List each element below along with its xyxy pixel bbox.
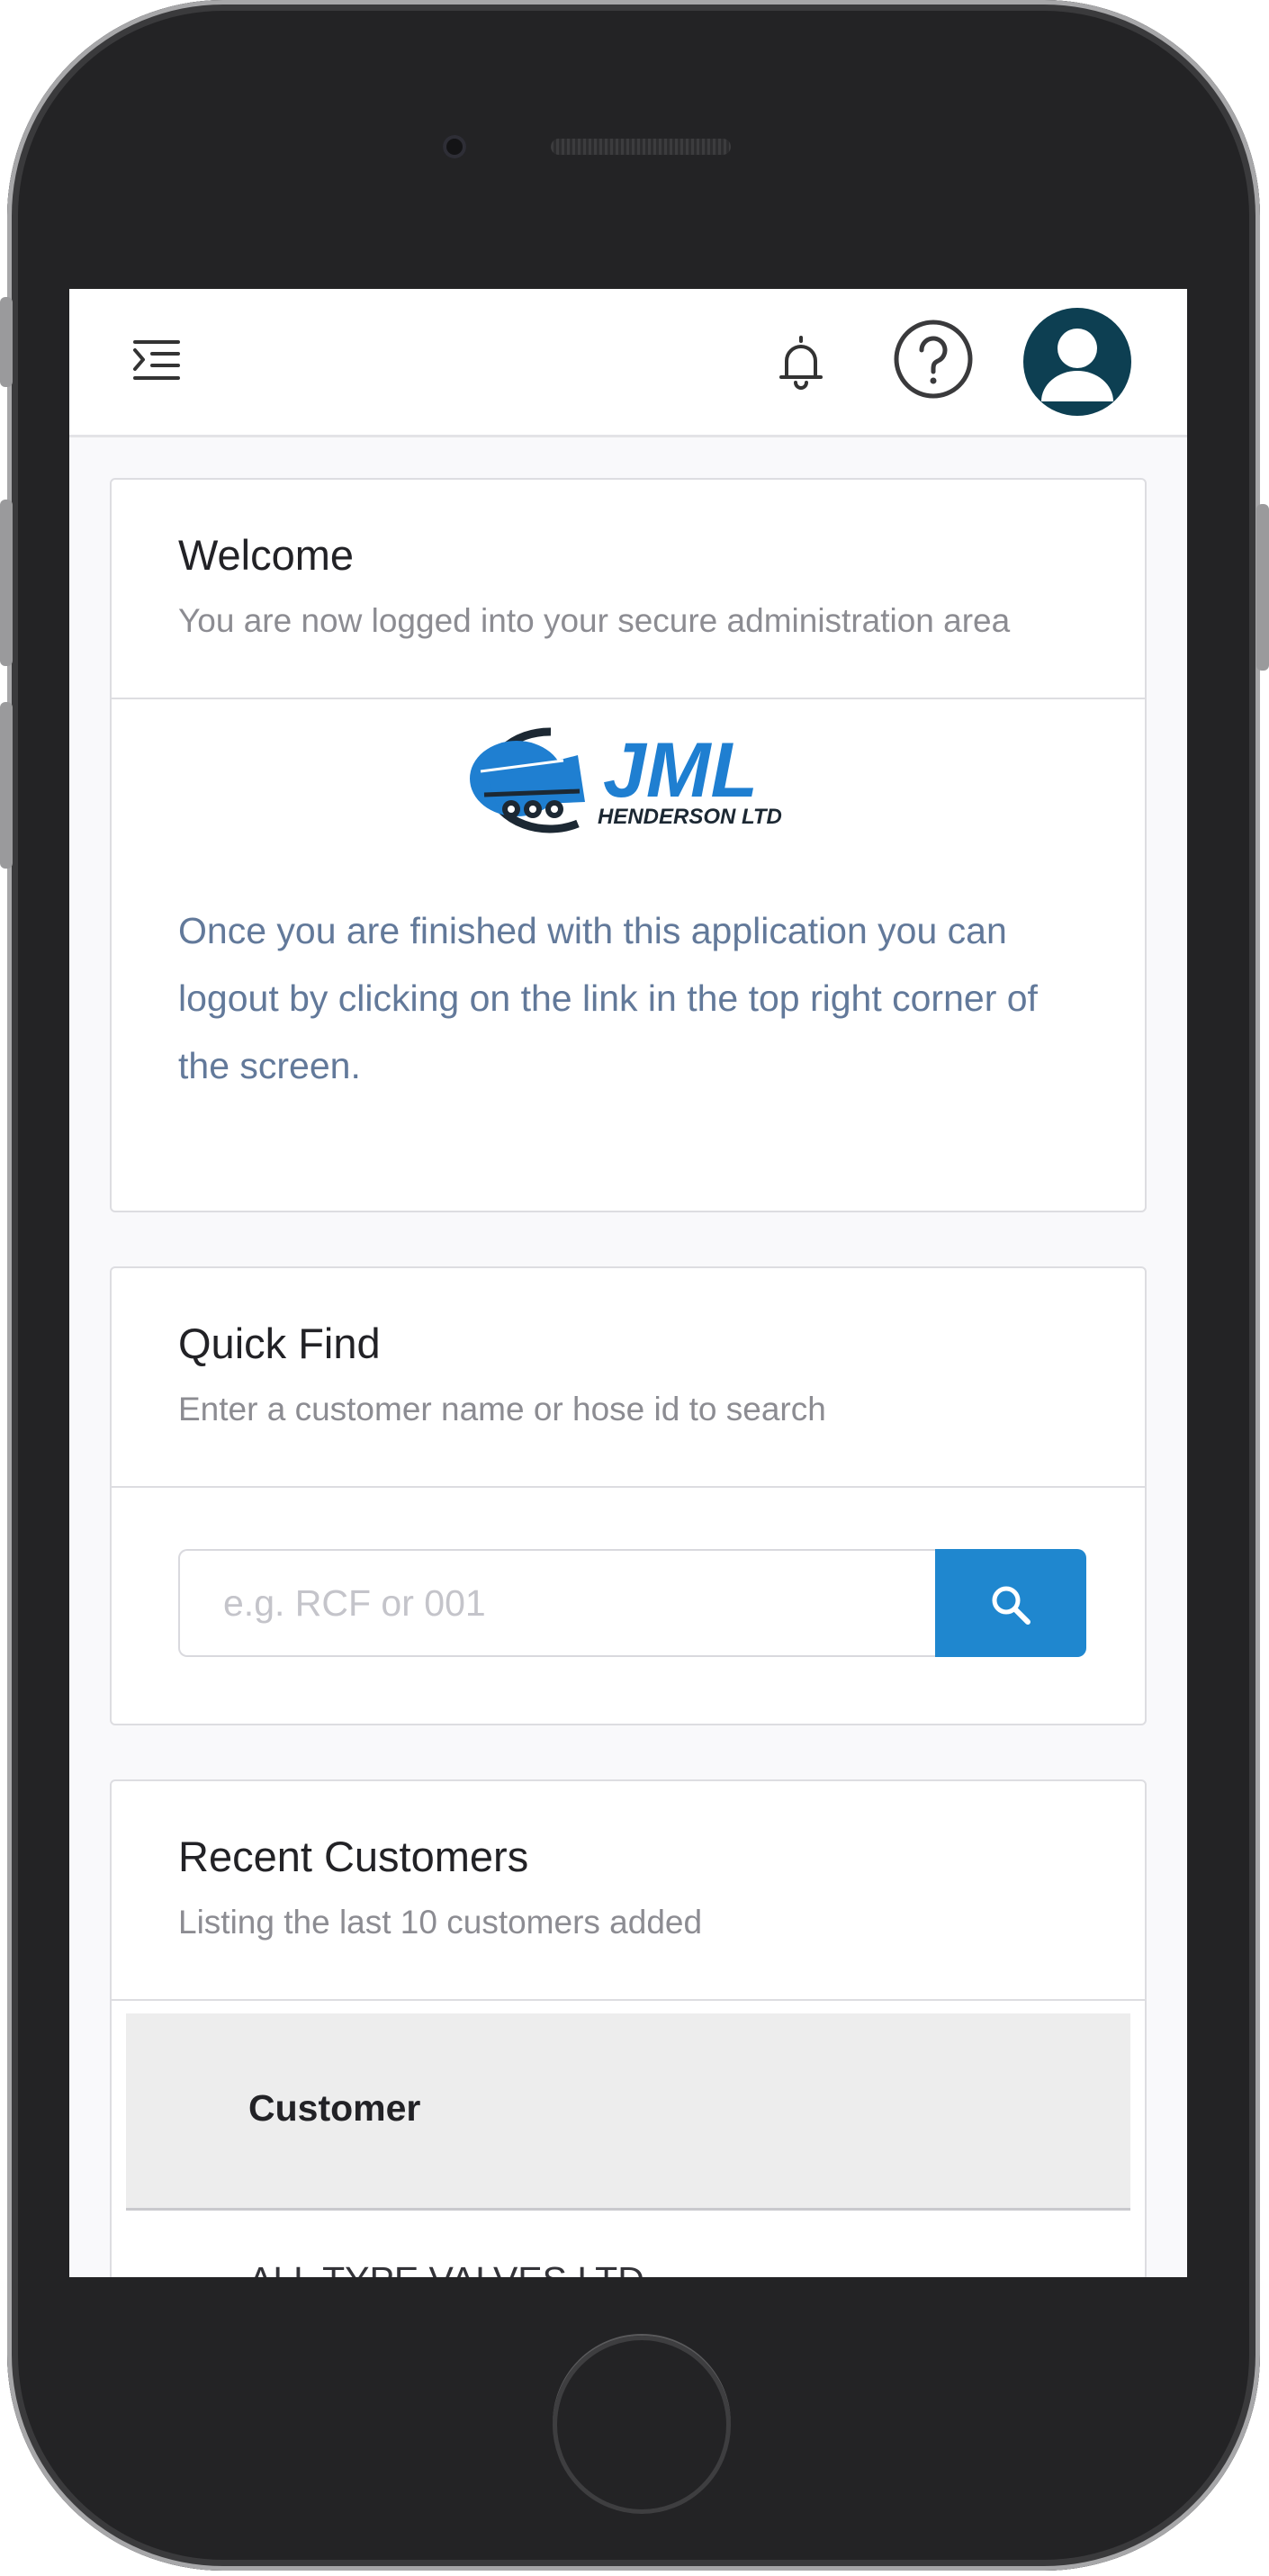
quick-find-header: Quick Find Enter a customer name or hose… — [112, 1268, 1145, 1488]
bell-icon[interactable] — [775, 334, 827, 392]
quick-find-card: Quick Find Enter a customer name or hose… — [110, 1266, 1147, 1725]
logo-sub-text: HENDERSON LTD — [598, 805, 782, 829]
app-screen: Welcome You are now logged into your sec… — [69, 289, 1187, 2277]
welcome-card: Welcome You are now logged into your sec… — [110, 478, 1147, 1212]
welcome-title: Welcome — [178, 531, 355, 579]
search-button[interactable] — [935, 1549, 1086, 1657]
power-button — [1256, 504, 1269, 671]
customers-table-header: Customer — [126, 2013, 1130, 2211]
volume-up-button — [0, 500, 13, 666]
quick-find-title: Quick Find — [178, 1320, 381, 1367]
search-icon — [992, 1586, 1030, 1625]
column-header-customer[interactable]: Customer — [248, 2087, 420, 2130]
recent-customers-header: Recent Customers Listing the last 10 cus… — [112, 1781, 1145, 2001]
welcome-body-text: Once you are finished with this applicat… — [178, 910, 1038, 1086]
table-row[interactable]: ALL TYPE VALVES LTD — [126, 2211, 1130, 2277]
home-button[interactable] — [553, 2336, 731, 2514]
volume-down-button — [0, 702, 13, 869]
welcome-card-header: Welcome You are now logged into your sec… — [112, 480, 1145, 699]
recent-customers-card: Recent Customers Listing the last 10 cus… — [110, 1779, 1147, 2277]
welcome-subtitle: You are now logged into your secure admi… — [178, 602, 1011, 639]
user-avatar-icon[interactable] — [1023, 308, 1131, 416]
search-input[interactable] — [178, 1549, 936, 1657]
menu-toggle-icon[interactable] — [132, 338, 181, 382]
earpiece-speaker — [551, 139, 731, 155]
company-logo: JML HENDERSON LTD — [452, 716, 812, 840]
quick-find-subtitle: Enter a customer name or hose id to sear… — [178, 1391, 826, 1428]
customer-name-cell[interactable]: ALL TYPE VALVES LTD — [248, 2259, 644, 2277]
top-bar — [69, 289, 1187, 437]
help-icon[interactable] — [893, 319, 974, 400]
logo-main-text: JML — [603, 727, 758, 814]
front-camera — [443, 135, 466, 158]
recent-customers-title: Recent Customers — [178, 1833, 529, 1880]
mute-switch — [0, 297, 13, 387]
recent-customers-subtitle: Listing the last 10 customers added — [178, 1904, 703, 1941]
